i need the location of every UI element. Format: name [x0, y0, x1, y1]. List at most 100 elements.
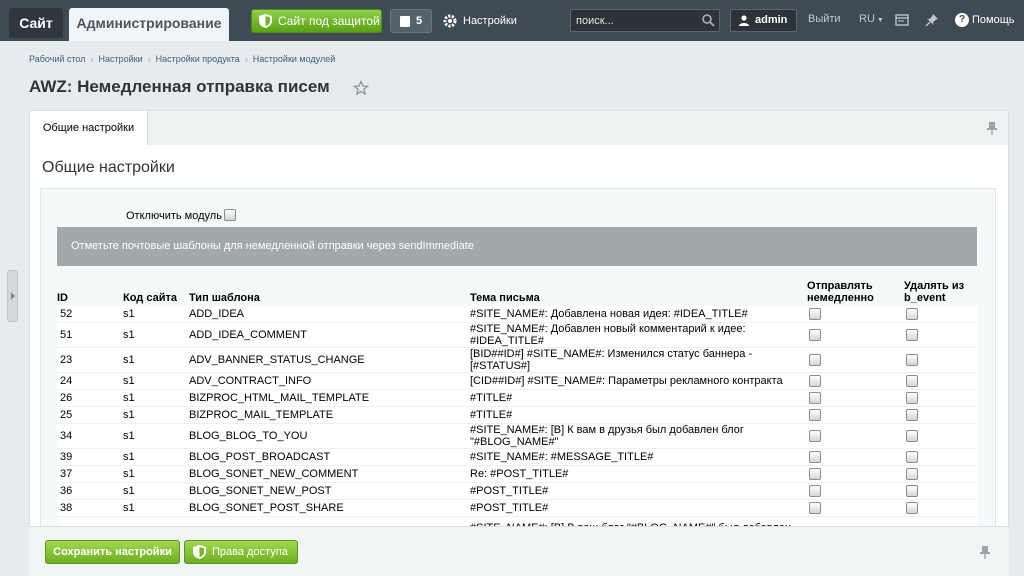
delete-event-checkbox[interactable] — [906, 468, 918, 481]
shield-icon — [259, 14, 272, 28]
send-now-checkbox[interactable] — [809, 502, 821, 515]
cell-send-now — [807, 389, 904, 407]
help-label: Помощь — [972, 14, 1015, 26]
delete-event-checkbox[interactable] — [906, 354, 918, 367]
cell-type: BLOG_SONET_NEW_COMMENT — [189, 465, 470, 483]
cell-id: 52 — [57, 306, 123, 323]
breadcrumb-item[interactable]: Настройки продукта — [156, 54, 240, 64]
pin-icon[interactable] — [979, 545, 991, 559]
table-row: 26 s1 BIZPROC_HTML_MAIL_TEMPLATE #TITLE# — [57, 389, 977, 407]
cell-site: s1 — [123, 389, 189, 407]
cell-id: 26 — [57, 389, 123, 407]
table-header-row: ID Код сайта Тип шаблона Тема письма Отп… — [57, 276, 977, 306]
send-now-checkbox[interactable] — [809, 308, 821, 321]
breadcrumb-separator: › — [244, 54, 248, 64]
send-now-checkbox[interactable] — [809, 468, 821, 481]
tab-general-settings[interactable]: Общие настройки — [30, 111, 148, 145]
send-now-checkbox[interactable] — [809, 485, 821, 498]
delete-event-checkbox[interactable] — [906, 502, 918, 515]
notifications-button[interactable]: 5 — [390, 9, 432, 33]
send-now-checkbox[interactable] — [809, 409, 821, 422]
cell-send-now — [807, 423, 904, 449]
delete-event-checkbox[interactable] — [906, 392, 918, 405]
delete-event-checkbox[interactable] — [906, 308, 918, 321]
disable-module-checkbox[interactable] — [224, 209, 236, 221]
search-icon[interactable] — [701, 13, 715, 27]
settings-label: Настройки — [463, 15, 517, 27]
delete-event-checkbox[interactable] — [906, 375, 918, 388]
breadcrumb-item[interactable]: Рабочий стол — [29, 54, 86, 64]
delete-event-checkbox[interactable] — [906, 430, 918, 443]
action-bar: Сохранить настройки Права доступа — [29, 526, 1009, 576]
cell-type: BLOG_SONET_POST_SHARE — [189, 499, 470, 517]
shield-icon — [193, 545, 206, 559]
cell-subject: #POST_TITLE# — [470, 499, 807, 517]
cell-send-now — [807, 499, 904, 517]
cell-subject: #SITE_NAME#: Добавлен новый комментарий … — [470, 322, 807, 348]
gear-icon — [443, 14, 457, 28]
send-now-checkbox[interactable] — [809, 430, 821, 443]
send-now-checkbox[interactable] — [809, 392, 821, 405]
delete-event-checkbox[interactable] — [906, 485, 918, 498]
cell-site: s1 — [123, 499, 189, 517]
search-input[interactable] — [571, 10, 696, 31]
cell-subject: #TITLE# — [470, 389, 807, 407]
admin-tab[interactable]: Администрирование — [69, 8, 229, 41]
access-rights-button[interactable]: Права доступа — [184, 540, 298, 564]
cell-type: BIZPROC_MAIL_TEMPLATE — [189, 406, 470, 424]
col-delete-event: Удалять из b_event — [904, 280, 965, 304]
cell-send-now — [807, 448, 904, 466]
delete-event-checkbox[interactable] — [906, 451, 918, 464]
send-now-checkbox[interactable] — [809, 375, 821, 388]
cell-delete-event — [904, 423, 977, 449]
cell-site: s1 — [123, 372, 189, 390]
window-icon[interactable] — [895, 13, 909, 27]
col-subject: Тема письма — [470, 292, 540, 304]
table-row: 51 s1 ADD_IDEA_COMMENT #SITE_NAME#: Добавле… — [57, 322, 977, 348]
help-icon: ? — [955, 13, 969, 27]
cell-subject: #SITE_NAME#: Добавлена новая идея: #IDEA… — [470, 306, 807, 323]
table-row: 23 s1 ADV_BANNER_STATUS_CHANGE [BID##ID#] #… — [57, 347, 977, 373]
help-link[interactable]: ? Помощь — [955, 12, 1015, 28]
cell-subject: #POST_TITLE# — [470, 482, 807, 500]
cell-send-now — [807, 322, 904, 348]
cell-type: BIZPROC_HTML_MAIL_TEMPLATE — [189, 389, 470, 407]
site-tab[interactable]: Сайт — [9, 8, 63, 38]
delete-event-checkbox[interactable] — [906, 329, 918, 342]
language-selector[interactable]: RU ▼ — [859, 13, 884, 25]
favorite-star-icon[interactable] — [353, 80, 369, 96]
cell-type: BLOG_POST_BROADCAST — [189, 448, 470, 466]
cell-type: BLOG_SONET_NEW_POST — [189, 482, 470, 500]
table-row: 39 s1 BLOG_POST_BROADCAST #SITE_NAME#: #MES… — [57, 448, 977, 466]
pin-icon[interactable] — [925, 13, 939, 27]
table-row: 25 s1 BIZPROC_MAIL_TEMPLATE #TITLE# — [57, 406, 977, 424]
site-protected-button[interactable]: Сайт под защитой — [251, 9, 382, 33]
send-now-checkbox[interactable] — [809, 354, 821, 367]
breadcrumb-item[interactable]: Настройки модулей — [253, 54, 335, 64]
cell-id: 51 — [57, 322, 123, 348]
cell-send-now — [807, 406, 904, 424]
breadcrumb-separator: › — [90, 54, 94, 64]
cell-type: BLOG_BLOG_TO_YOU — [189, 423, 470, 449]
cell-type: ADV_CONTRACT_INFO — [189, 372, 470, 390]
send-now-checkbox[interactable] — [809, 451, 821, 464]
cell-site: s1 — [123, 306, 189, 323]
cell-delete-event — [904, 406, 977, 424]
send-now-checkbox[interactable] — [809, 329, 821, 342]
side-panel-toggle[interactable] — [7, 270, 18, 322]
cell-type: ADD_IDEA_COMMENT — [189, 322, 470, 348]
cell-subject: [BID##ID#] #SITE_NAME#: Изменился статус… — [470, 347, 807, 373]
top-admin-bar: Сайт Администрирование Сайт под защитой … — [0, 0, 1024, 41]
user-menu[interactable]: admin — [730, 9, 797, 32]
delete-event-checkbox[interactable] — [906, 409, 918, 422]
cell-delete-event — [904, 482, 977, 500]
table-body: 52 s1 ADD_IDEA #SITE_NAME#: Добавлена новая… — [57, 306, 977, 552]
col-id: ID — [57, 292, 68, 304]
settings-link[interactable]: Настройки — [443, 12, 517, 30]
language-label: RU — [859, 13, 875, 25]
pin-icon[interactable] — [986, 121, 998, 135]
save-settings-button[interactable]: Сохранить настройки — [45, 540, 180, 564]
logout-link[interactable]: Выйти — [808, 13, 841, 25]
breadcrumb-item[interactable]: Настройки — [99, 54, 143, 64]
tab-bar: Общие настройки — [29, 110, 1009, 145]
